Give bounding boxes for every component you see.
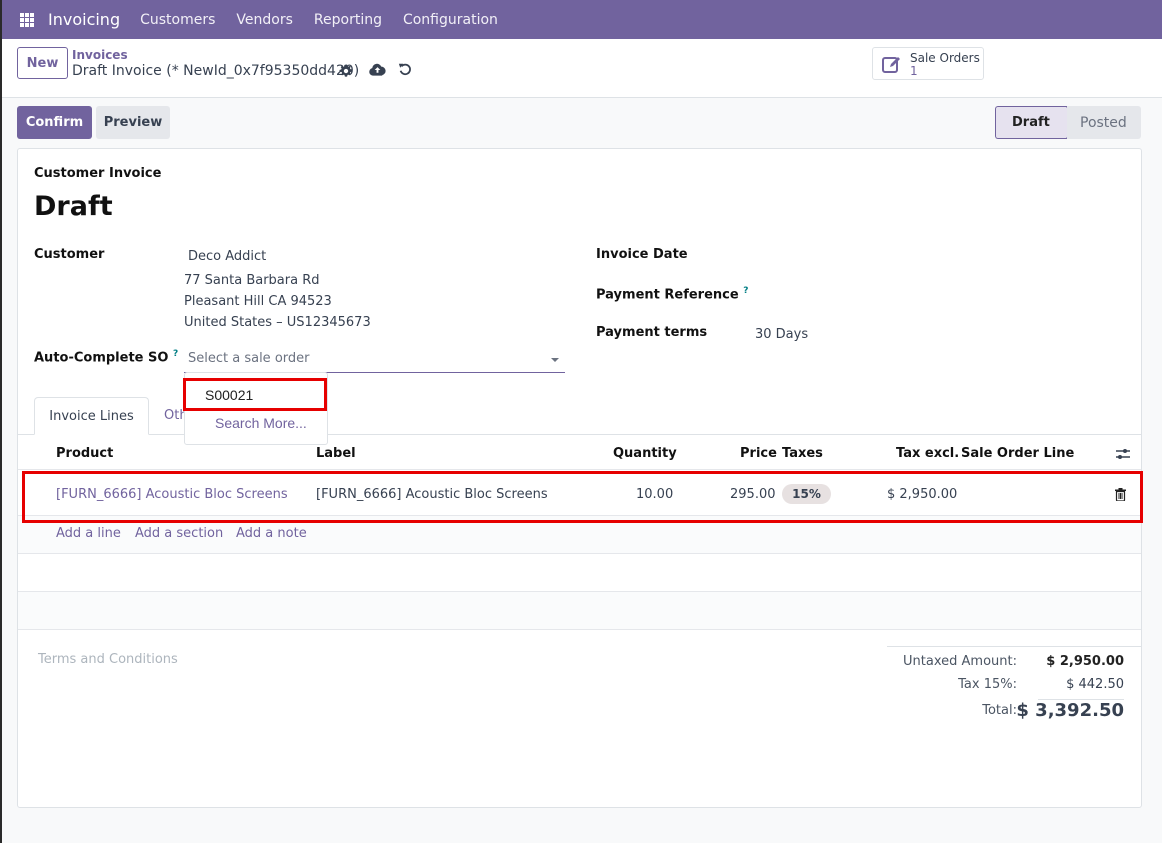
record-title: Draft Invoice (* NewId_0x7f95350dd420) [72, 63, 360, 79]
row-price[interactable]: 295.00 [730, 487, 776, 502]
total-label: Total: [982, 703, 1017, 718]
empty-row-band [18, 592, 1141, 629]
auto-complete-so-label: Auto-Complete SO ? [34, 349, 178, 365]
payment-terms-value[interactable]: 30 Days [755, 327, 808, 342]
menu-vendors[interactable]: Vendors [236, 12, 292, 28]
status-draft[interactable]: Draft [995, 106, 1067, 139]
top-navbar: Invoicing Customers Vendors Reporting Co… [0, 0, 1162, 39]
customer-address-line-2: Pleasant Hill CA 94523 [184, 294, 332, 309]
apps-grid-icon[interactable] [20, 12, 34, 27]
menu-reporting[interactable]: Reporting [314, 12, 382, 28]
add-section-link[interactable]: Add a section [135, 526, 223, 541]
smart-button-count: 1 [910, 64, 918, 78]
menu-configuration[interactable]: Configuration [403, 12, 498, 28]
app-brand[interactable]: Invoicing [48, 10, 120, 29]
tax-label: Tax 15%: [958, 677, 1017, 692]
status-posted[interactable]: Posted [1067, 106, 1141, 139]
untaxed-amount-value: $ 2,950.00 [1046, 654, 1124, 669]
dropdown-option-s00021[interactable]: S00021 [205, 387, 253, 403]
col-tax-excl[interactable]: Tax excl. [896, 446, 959, 461]
preview-button[interactable]: Preview [96, 106, 170, 139]
col-label[interactable]: Label [316, 446, 356, 461]
customer-address-line-3: United States – US12345673 [184, 315, 371, 330]
sale-order-dropdown: S00021 Search More... [184, 372, 328, 445]
form-sheet: Customer Invoice Draft Customer Deco Add… [17, 148, 1142, 808]
totals-divider [887, 646, 1141, 647]
untaxed-amount-label: Untaxed Amount: [903, 654, 1017, 669]
total-value: $ 3,392.50 [1016, 700, 1124, 721]
row-tax-excl: $ 2,950.00 [887, 487, 958, 502]
col-quantity[interactable]: Quantity [613, 446, 677, 461]
col-taxes[interactable]: Taxes [782, 446, 823, 461]
auto-complete-so-label-text: Auto-Complete SO [34, 350, 169, 366]
search-more-link[interactable]: Search More... [215, 415, 307, 431]
optional-columns-icon[interactable] [1115, 447, 1131, 461]
row-divider [18, 629, 1141, 630]
auto-complete-so-input[interactable]: Select a sale order [184, 348, 565, 373]
col-price[interactable]: Price [740, 446, 777, 461]
col-product[interactable]: Product [56, 446, 113, 461]
tab-invoice-lines[interactable]: Invoice Lines [34, 397, 149, 435]
confirm-button[interactable]: Confirm [17, 106, 92, 139]
tax-value: $ 442.50 [1066, 677, 1124, 692]
terms-and-conditions-input[interactable]: Terms and Conditions [38, 652, 178, 667]
row-divider [18, 553, 1141, 554]
save-cloud-icon[interactable] [369, 62, 386, 77]
col-sale-order-line[interactable]: Sale Order Line [961, 446, 1074, 461]
payment-reference-label: Payment Reference ? [596, 286, 748, 302]
document-name: Draft [34, 191, 113, 222]
sale-orders-smart-button[interactable]: Sale Orders 1 [872, 47, 984, 80]
add-note-link[interactable]: Add a note [236, 526, 307, 541]
window-edge [0, 0, 2, 843]
control-panel: New Invoices Draft Invoice (* NewId_0x7f… [0, 39, 1162, 98]
invoice-date-label: Invoice Date [596, 247, 688, 262]
gear-icon[interactable] [339, 64, 353, 78]
smart-button-label: Sale Orders [910, 51, 980, 65]
customer-label: Customer [34, 247, 105, 262]
payment-reference-label-text: Payment Reference [596, 287, 739, 303]
customer-address-line-1: 77 Santa Barbara Rd [184, 273, 320, 288]
new-button[interactable]: New [17, 47, 68, 79]
discard-undo-icon[interactable] [398, 62, 412, 76]
help-tooltip-icon[interactable]: ? [743, 286, 748, 296]
row-product[interactable]: [FURN_6666] Acoustic Bloc Screens [56, 487, 288, 502]
row-label[interactable]: [FURN_6666] Acoustic Bloc Screens [316, 487, 548, 502]
trash-icon[interactable] [1115, 488, 1126, 501]
so-input-placeholder: Select a sale order [188, 351, 310, 366]
edit-icon [882, 57, 900, 73]
chevron-down-icon[interactable] [551, 358, 559, 362]
menu-customers[interactable]: Customers [140, 12, 215, 28]
row-tax-badge[interactable]: 15% [782, 484, 831, 504]
customer-name[interactable]: Deco Addict [188, 249, 266, 264]
move-type-label: Customer Invoice [34, 166, 162, 181]
breadcrumb-invoices[interactable]: Invoices [72, 48, 128, 62]
payment-terms-label: Payment terms [596, 325, 708, 340]
help-tooltip-icon[interactable]: ? [173, 349, 178, 359]
row-quantity[interactable]: 10.00 [636, 487, 673, 502]
add-line-link[interactable]: Add a line [56, 526, 121, 541]
status-bar: Draft Posted [995, 106, 1141, 139]
